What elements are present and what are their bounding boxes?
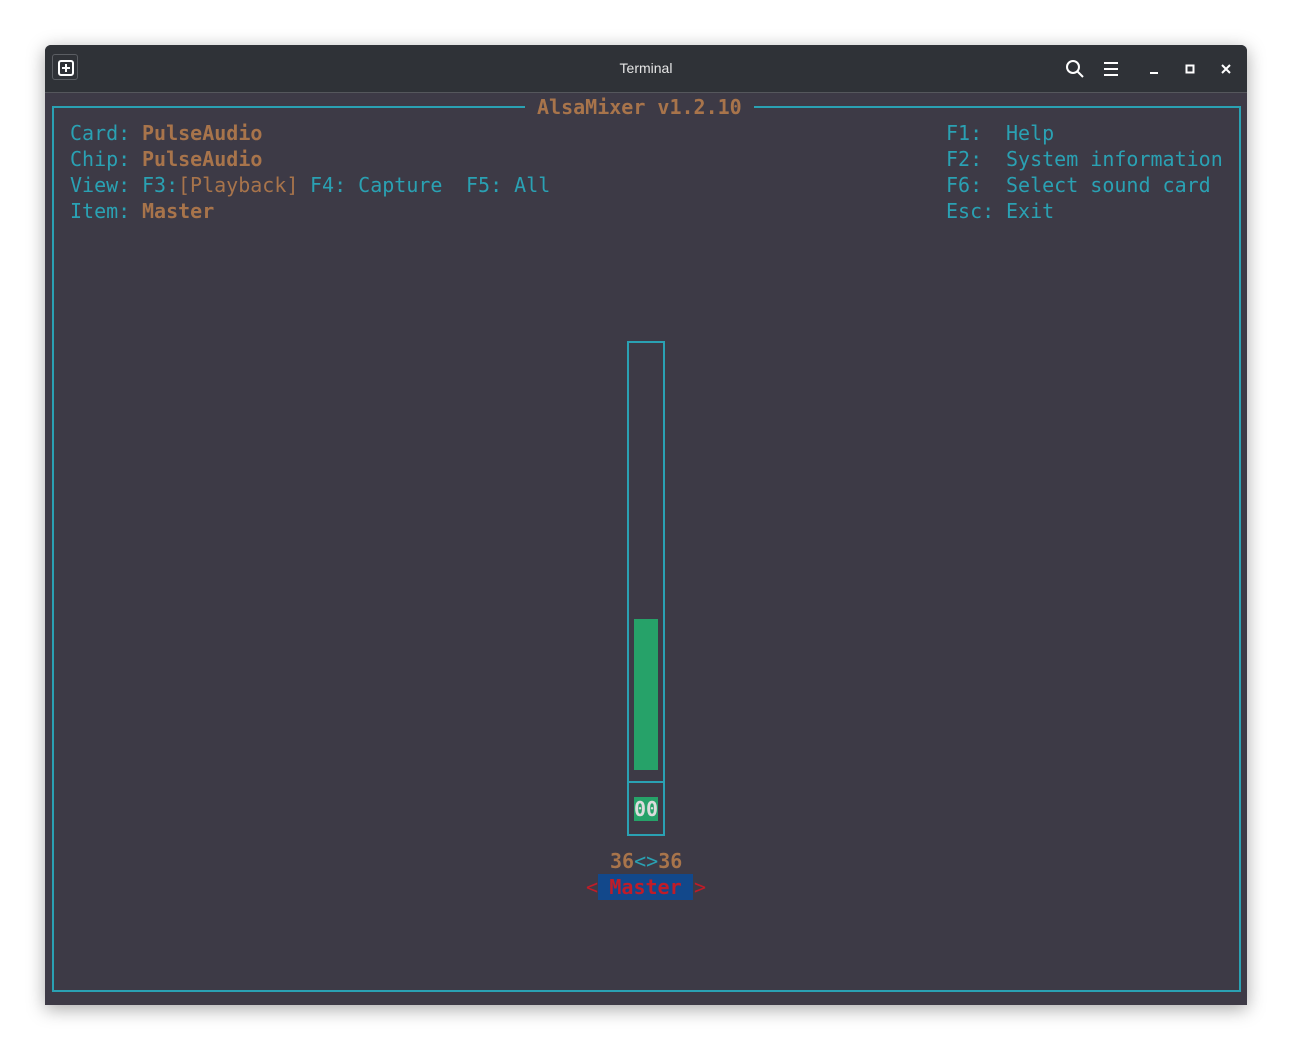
chip-value: PulseAudio [142,147,263,171]
mute-indicator[interactable]: 00 [634,797,658,821]
card-value: PulseAudio [142,121,263,145]
item-label: Item: [70,199,131,223]
item-value: Master [142,199,215,223]
view-f4[interactable]: F4: Capture [310,172,442,198]
chip-label: Chip: [70,147,131,171]
left-arrow: < [586,875,599,899]
close-icon[interactable] [1216,59,1236,79]
mixer-title: AlsaMixer v1.2.10 [525,94,754,120]
search-icon[interactable] [1065,59,1085,79]
volume-separator: <> [634,849,659,873]
key-esc-action[interactable]: Exit [1006,198,1054,224]
key-f6: F6: [946,173,983,197]
terminal-window: Terminal AlsaMixer v1.2.10 Card: PulseAu… [45,45,1247,1005]
key-f2: F2: [946,147,983,171]
key-f1: F1: [946,121,983,145]
left-volume-value: 36 [610,849,635,873]
maximize-icon[interactable] [1180,59,1200,79]
key-f2-action[interactable]: System information [1006,146,1223,172]
menu-icon[interactable] [1101,59,1121,79]
slider-divider [627,781,665,783]
title-bar: Terminal [45,45,1247,93]
view-f5[interactable]: F5: All [466,172,550,198]
key-f6-action[interactable]: Select sound card [1006,172,1211,198]
right-volume-value: 36 [658,849,683,873]
right-arrow: > [694,875,707,899]
view-f3-value[interactable]: [Playback] [178,172,298,198]
volume-readout: 36<>36 [610,848,682,874]
card-label: Card: [70,121,131,145]
key-esc: Esc: [946,199,995,223]
view-f3[interactable]: F3: [142,172,178,198]
view-label: View: [70,173,131,197]
minimize-icon[interactable] [1144,59,1164,79]
volume-level-fill [634,618,658,770]
key-f1-action[interactable]: Help [1006,120,1054,146]
control-name-selected[interactable]: Master [598,874,693,900]
